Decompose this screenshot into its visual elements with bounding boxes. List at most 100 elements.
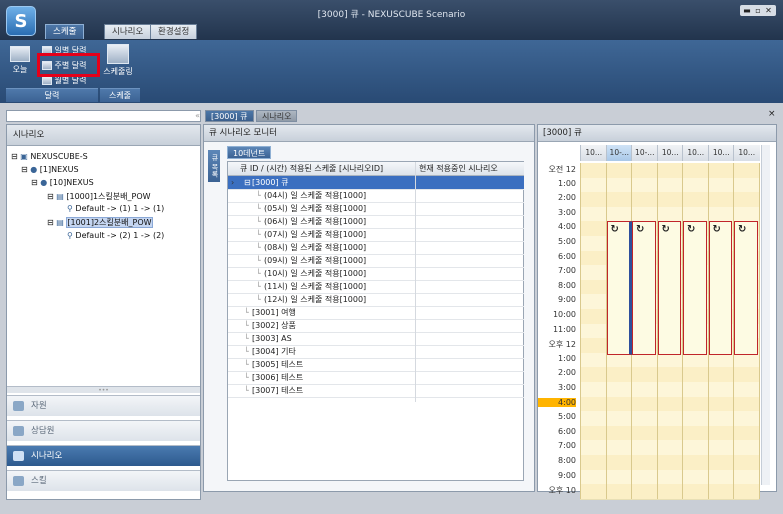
grid-row[interactable]: (12시) 일 스케줄 적용[1000] └ xyxy=(228,293,524,307)
time-slot-row[interactable] xyxy=(580,469,759,486)
time-slot-row[interactable] xyxy=(580,455,759,471)
grid-row[interactable]: (06시) 일 스케줄 적용[1000] └ xyxy=(228,215,524,229)
close-icon[interactable]: × xyxy=(768,109,776,119)
time-label: 9:00 xyxy=(558,470,576,480)
queue-list-side-tab[interactable]: 큐 목록 xyxy=(208,150,220,182)
tree-node-label: [1001]2스킬분배_POW xyxy=(66,217,153,228)
grid-row[interactable]: [3004] 기타 └ xyxy=(228,345,524,359)
doc-tab-scenario[interactable]: 시나리오 xyxy=(256,110,298,122)
time-slot-row[interactable] xyxy=(580,177,759,194)
grid-row[interactable]: (07시) 일 스케줄 적용[1000] └ xyxy=(228,228,524,242)
row-label: [3001] 여행 xyxy=(252,308,296,317)
row-label: (05시) 일 스케줄 적용[1000] xyxy=(264,204,367,213)
grid-row[interactable]: [3007] 테스트 └ xyxy=(228,384,524,398)
time-label: 6:00 xyxy=(558,426,576,436)
column-header[interactable]: 현재 적용중인 시나리오 xyxy=(419,162,498,175)
tree-node[interactable]: ⊟ ● [1]NEXUS xyxy=(21,165,79,174)
grid-row[interactable]: (08시) 일 스케줄 적용[1000] └ xyxy=(228,241,524,255)
tree-line-icon: └ xyxy=(244,308,249,317)
time-slot-row[interactable] xyxy=(580,192,759,208)
time-slot-row[interactable] xyxy=(580,411,759,427)
tree-line-icon: └ xyxy=(244,334,249,343)
grid-row[interactable]: (11시) 일 스케줄 적용[1000] └ xyxy=(228,280,524,294)
tree-node[interactable]: ⚲ Default -> (2) 1 -> (2) xyxy=(67,231,164,240)
today-label: 오늘 xyxy=(12,65,28,74)
column-divider xyxy=(415,162,416,402)
highlight-box xyxy=(37,53,100,77)
row-label: [3005] 테스트 xyxy=(252,360,304,369)
nav-agents[interactable]: 상담원 xyxy=(7,420,200,441)
day-column-header[interactable]: 10... xyxy=(707,145,734,161)
day-column-header[interactable]: 10... xyxy=(682,145,709,161)
schedule-block[interactable]: ↻ xyxy=(657,221,681,355)
grid-row-selected[interactable]: [3000] 큐 ⊟ › xyxy=(228,176,524,190)
day-column-header[interactable]: 10... xyxy=(656,145,683,161)
time-label: 11:00 xyxy=(552,324,576,334)
scheduling-button[interactable]: 스케줄링 xyxy=(103,44,133,77)
time-slot-row[interactable] xyxy=(580,396,759,413)
doc-tab-queue[interactable]: [3000] 큐 xyxy=(205,110,254,122)
repeat-icon: ↻ xyxy=(661,224,670,236)
tree-node[interactable]: ⚲ Default -> (1) 1 -> (1) xyxy=(67,204,164,213)
grid-row[interactable]: [3001] 여행 └ xyxy=(228,306,524,320)
schedule-block[interactable]: ↻ xyxy=(683,221,707,355)
repeat-icon: ↻ xyxy=(738,224,747,236)
tree-node[interactable]: ⊟ ▤ [1000]1스킬분배_POW xyxy=(47,191,151,202)
grid-row[interactable]: (04시) 일 스케줄 적용[1000] └ xyxy=(228,189,524,203)
tree-line-icon: └ xyxy=(244,360,249,369)
row-label: [3002] 상품 xyxy=(252,321,296,330)
time-label: 오전 12 xyxy=(548,165,576,174)
today-button[interactable]: 오늘 xyxy=(8,46,32,75)
column-header[interactable]: 큐 ID / (시간) 적용된 스케줄 [시나리오ID] xyxy=(240,162,383,175)
schedule-block[interactable]: ↻ xyxy=(606,221,633,355)
day-column-header[interactable]: 10-... xyxy=(631,145,658,161)
calendar-scrollbar[interactable] xyxy=(760,145,770,485)
time-slot-row[interactable] xyxy=(580,440,759,456)
app-menu-button[interactable]: S xyxy=(6,6,36,36)
repeat-icon: ↻ xyxy=(687,224,696,236)
day-column-header[interactable]: 10... xyxy=(580,145,607,161)
window-controls[interactable]: ▬ ▫ ✕ xyxy=(740,5,776,16)
time-slot-row[interactable] xyxy=(580,484,759,500)
tree-node[interactable]: ⊟ ▣ NEXUSCUBE-S xyxy=(11,152,88,161)
nav-resources[interactable]: 자원 xyxy=(7,395,200,416)
splitter[interactable]: ••• xyxy=(7,386,200,394)
time-slot-row[interactable] xyxy=(580,206,759,223)
time-label: 1:00 xyxy=(558,353,576,363)
repeat-icon: ↻ xyxy=(636,224,645,236)
time-slot-row[interactable] xyxy=(580,425,759,442)
tab-settings[interactable]: 환경설정 xyxy=(150,24,198,39)
grid-row[interactable]: [3003] AS └ xyxy=(228,332,524,346)
schedule-block[interactable]: ↻ xyxy=(632,221,656,355)
tab-schedule[interactable]: 스케줄 xyxy=(45,24,85,39)
schedule-block[interactable]: ↻ xyxy=(734,221,758,355)
tree-node[interactable]: ⊟ ● [10]NEXUS xyxy=(31,178,94,187)
nav-skills[interactable]: 스킬 xyxy=(7,470,200,491)
day-column-header[interactable]: 10-... xyxy=(605,145,632,161)
time-label: 3:00 xyxy=(558,207,576,217)
tree-line-icon: └ xyxy=(256,269,261,278)
time-slot-row[interactable] xyxy=(580,367,759,383)
expand-icon[interactable]: ⊟ xyxy=(244,176,251,189)
tree-line-icon: └ xyxy=(256,295,261,304)
tree-node-selected[interactable]: ⊟ ▤ [1001]2스킬분배_POW xyxy=(47,217,153,228)
grid-row[interactable]: [3002] 상품 └ xyxy=(228,319,524,333)
time-label: 10:00 xyxy=(552,310,576,319)
window-title: [3000] 큐 - NEXUSCUBE Scenario xyxy=(317,10,466,20)
nav-scenario[interactable]: 시나리오 xyxy=(7,445,200,466)
tenant-tab[interactable]: 10데넌트 xyxy=(227,146,272,159)
agents-icon xyxy=(13,426,24,436)
grid-row[interactable]: (09시) 일 스케줄 적용[1000] └ xyxy=(228,254,524,268)
time-label: 4:00 xyxy=(538,397,576,407)
grid-row[interactable]: [3006] 테스트 └ xyxy=(228,371,524,385)
grid-row[interactable]: [3005] 테스트 └ xyxy=(228,358,524,372)
time-slot-row[interactable] xyxy=(580,163,759,179)
tab-scenario[interactable]: 시나리오 xyxy=(104,24,152,39)
day-column-header[interactable]: 10... xyxy=(733,145,760,161)
schedule-block[interactable]: ↻ xyxy=(708,221,732,355)
grid-row[interactable]: (10시) 일 스케줄 적용[1000] └ xyxy=(228,267,524,281)
grid-row[interactable]: (05시) 일 스케줄 적용[1000] └ xyxy=(228,202,524,216)
time-slot-row[interactable] xyxy=(580,352,759,369)
time-slot-row[interactable] xyxy=(580,382,759,398)
row-label: [3006] 테스트 xyxy=(252,373,304,382)
